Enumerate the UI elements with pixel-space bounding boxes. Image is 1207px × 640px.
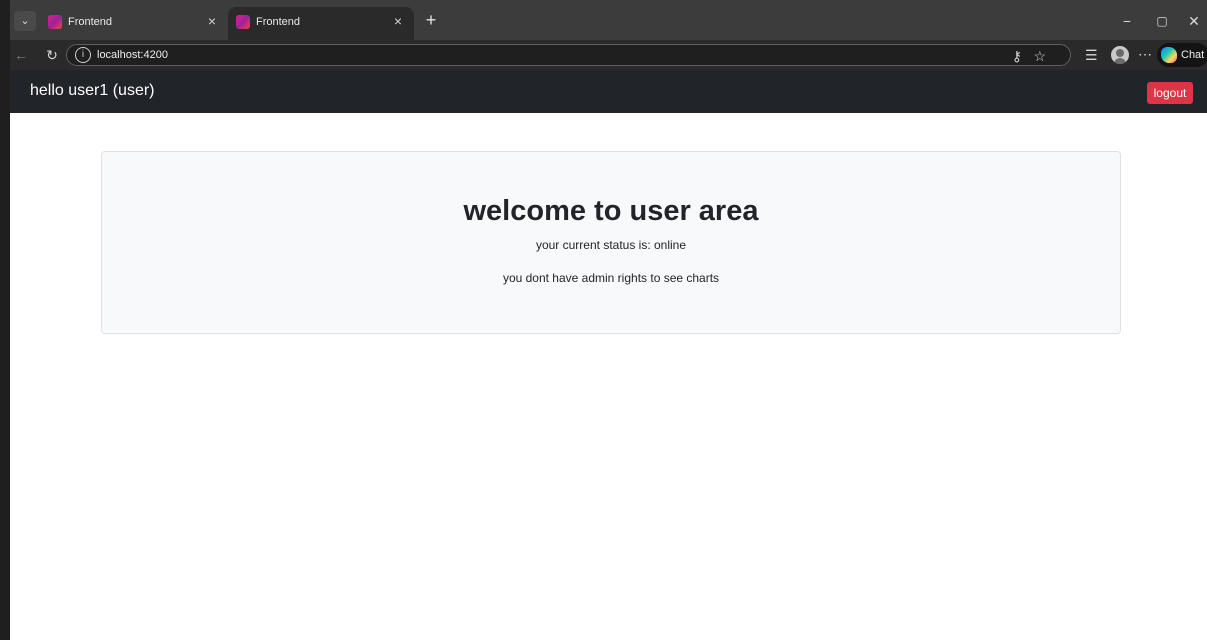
- tab-title: Frontend: [256, 16, 301, 28]
- page-title: welcome to user area: [463, 195, 759, 227]
- user-area-card: welcome to user area your current status…: [101, 151, 1121, 334]
- profile-icon[interactable]: [1111, 46, 1129, 64]
- address-url[interactable]: localhost:4200: [97, 49, 168, 61]
- copilot-icon: [1161, 47, 1177, 63]
- back-arrow-icon[interactable]: ←: [14, 46, 32, 64]
- star-icon[interactable]: ☆: [1033, 46, 1046, 66]
- browser-toolbar: ← ↻ i localhost:4200 ⚷ ☆ ☰ ⋯ Chat: [0, 40, 1207, 70]
- copilot-label: Chat: [1181, 49, 1205, 61]
- logout-button[interactable]: logout: [1147, 82, 1193, 104]
- app-navbar: hello user1 (user) logout: [10, 70, 1207, 113]
- favorites-icon[interactable]: ☰: [1085, 45, 1098, 65]
- more-icon[interactable]: ⋯: [1138, 44, 1152, 64]
- address-bar[interactable]: i localhost:4200 ⚷ ☆: [66, 44, 1071, 66]
- tab-frontend-1[interactable]: Frontend ×: [40, 7, 228, 40]
- close-icon[interactable]: ×: [390, 13, 406, 29]
- maximize-icon[interactable]: ▢: [1153, 12, 1171, 30]
- angular-favicon-icon: [48, 15, 62, 29]
- key-icon[interactable]: ⚷: [1012, 46, 1022, 66]
- tab-title: Frontend: [68, 16, 113, 28]
- browser-tab-strip: ⌄ Frontend × Frontend × + − ▢ ✕: [0, 0, 1207, 40]
- close-icon[interactable]: ×: [204, 13, 220, 29]
- minimize-icon[interactable]: −: [1118, 12, 1136, 30]
- rights-text: you dont have admin rights to see charts: [502, 271, 720, 285]
- window-left-edge: [0, 0, 10, 640]
- tab-frontend-2[interactable]: Frontend ×: [228, 7, 414, 40]
- window-close-icon[interactable]: ✕: [1185, 12, 1203, 30]
- copilot-chat-button[interactable]: Chat: [1157, 43, 1207, 67]
- status-text: your current status is: online: [535, 238, 687, 252]
- info-icon[interactable]: i: [75, 47, 91, 63]
- navbar-greeting: hello user1 (user): [30, 82, 155, 99]
- reload-icon[interactable]: ↻: [43, 46, 61, 64]
- tab-menu-chevron-down-icon[interactable]: ⌄: [14, 11, 36, 31]
- angular-favicon-icon: [236, 15, 250, 29]
- new-tab-plus-icon[interactable]: +: [421, 10, 441, 30]
